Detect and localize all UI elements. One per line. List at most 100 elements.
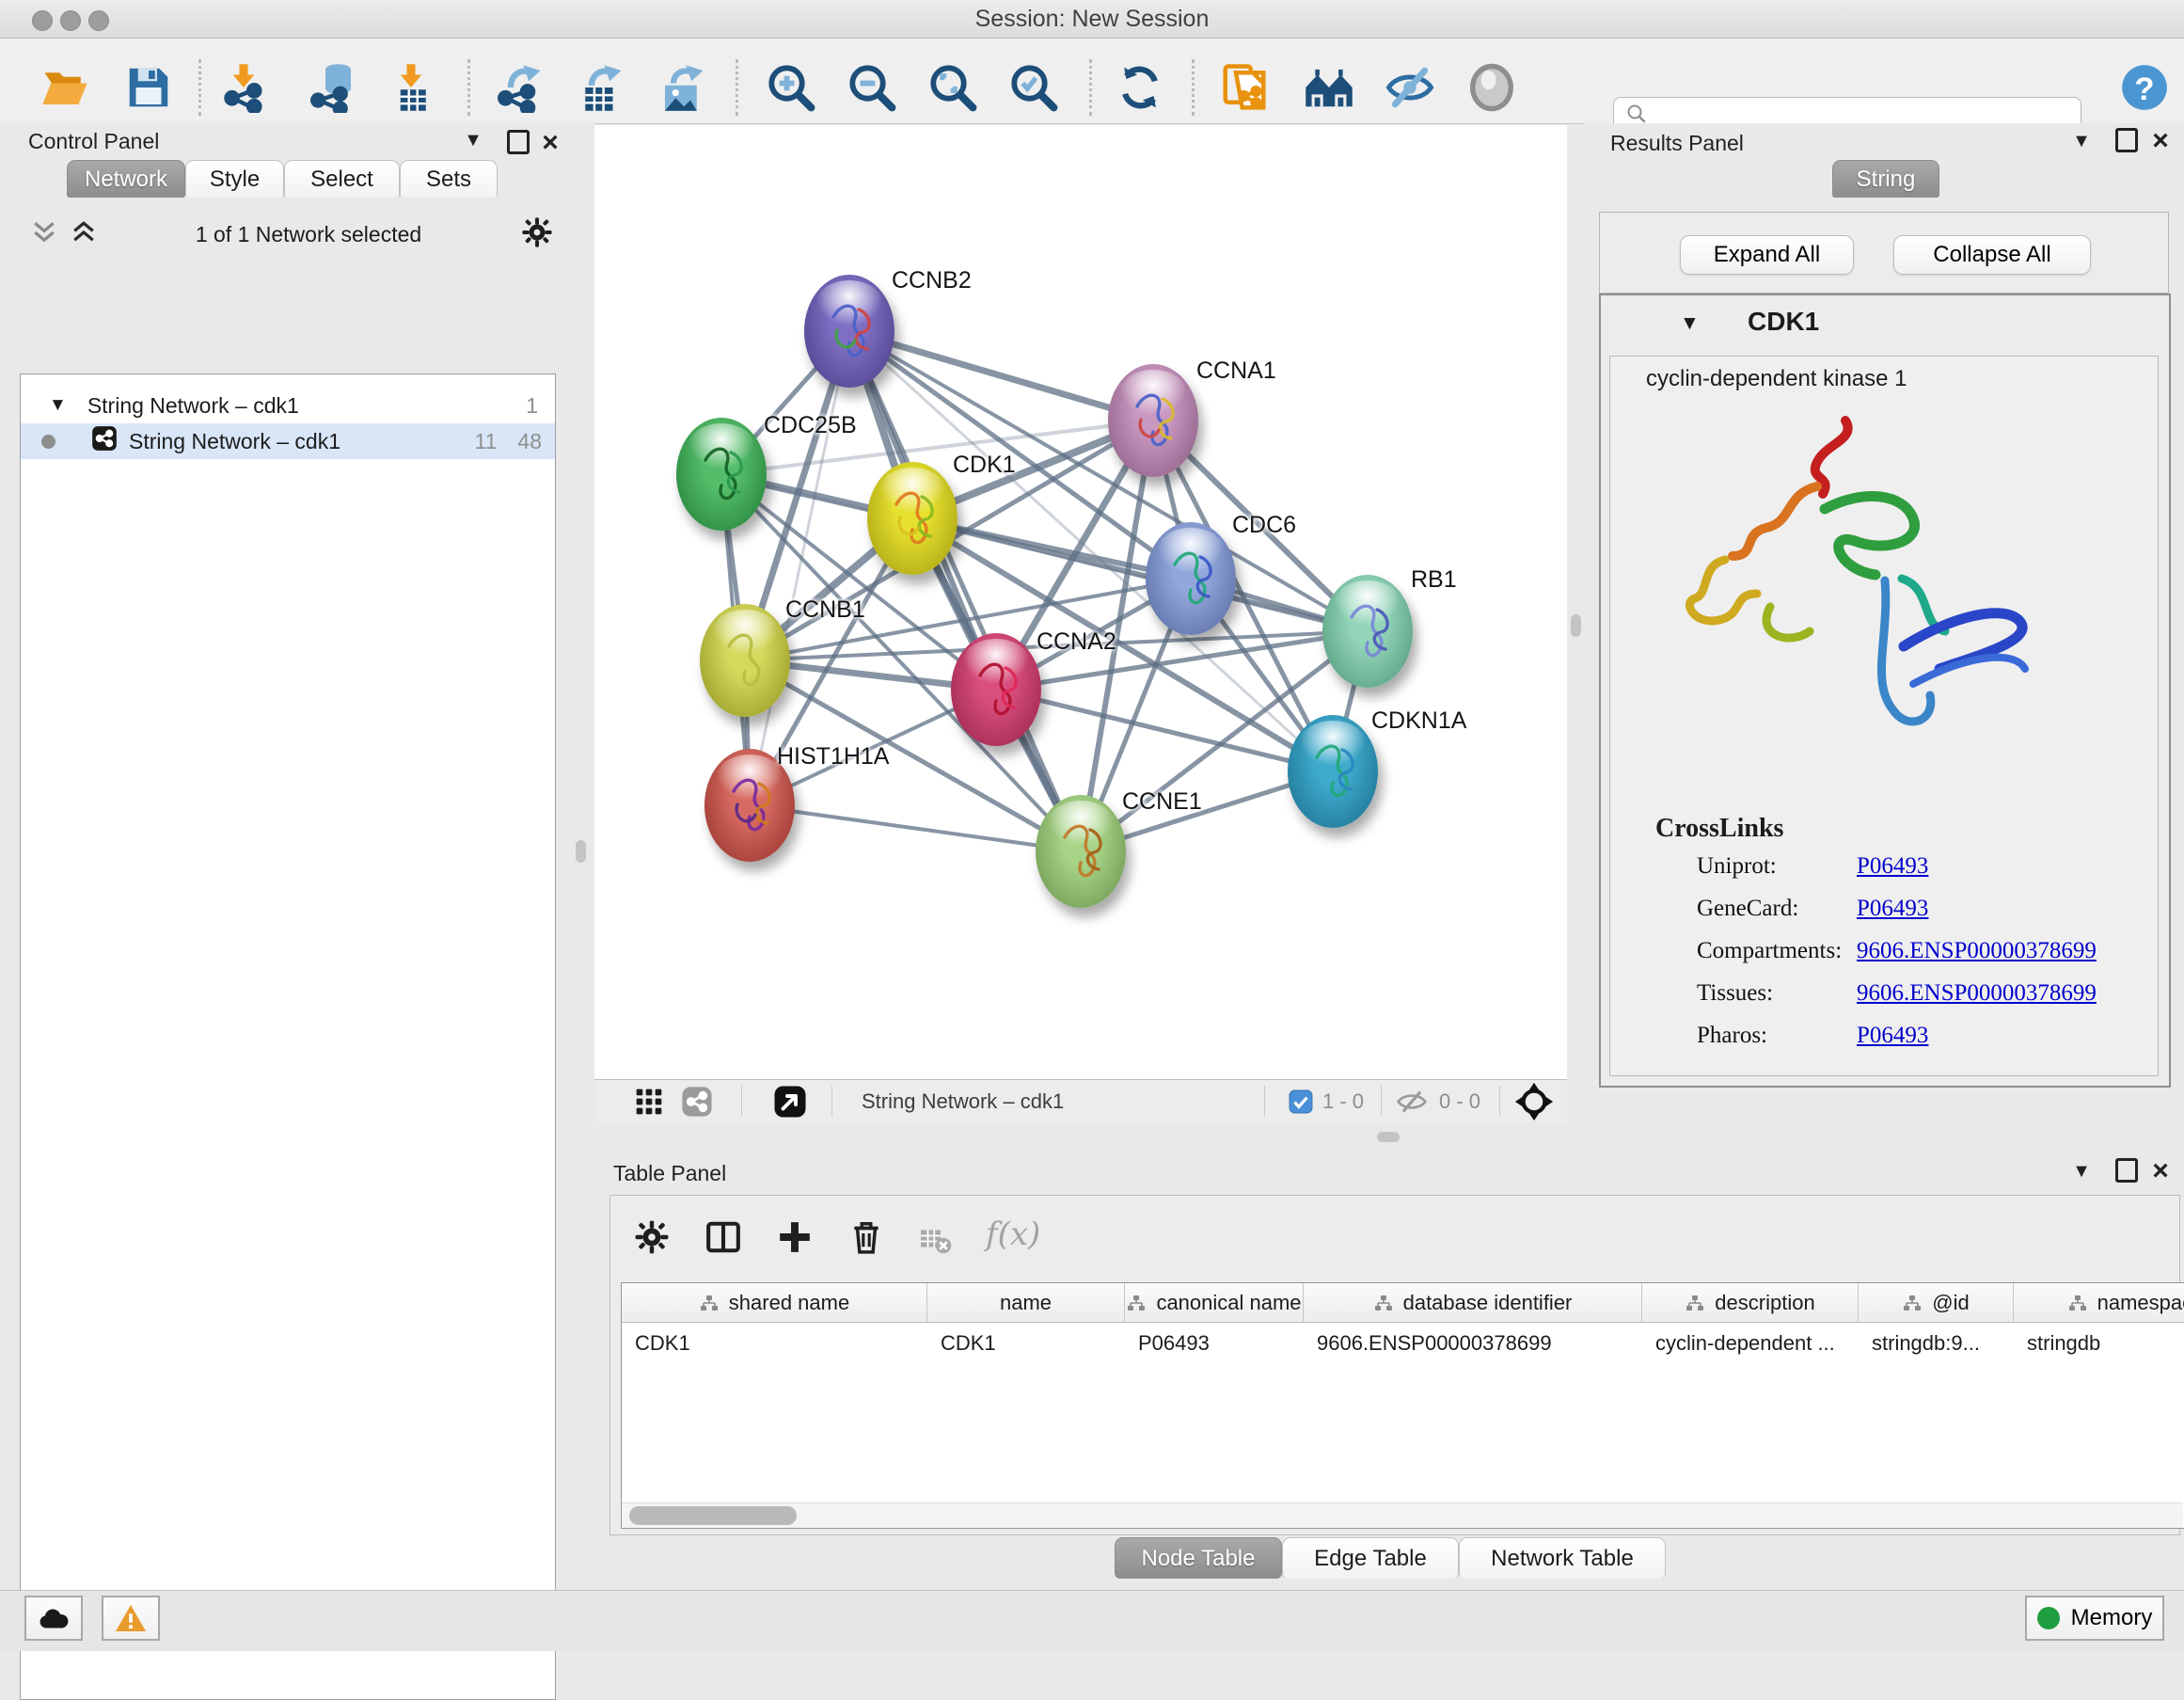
- warning-button[interactable]: [102, 1596, 160, 1641]
- memory-button[interactable]: Memory: [2025, 1596, 2164, 1641]
- export-table-icon[interactable]: [574, 61, 626, 114]
- node-cdc25b[interactable]: [676, 418, 767, 531]
- column-header--id[interactable]: @id: [1859, 1283, 2014, 1323]
- split-columns-icon[interactable]: [705, 1219, 741, 1260]
- column-header-description[interactable]: description: [1642, 1283, 1859, 1323]
- table-panel-close-icon[interactable]: ×: [2144, 1160, 2176, 1186]
- zoom-in-icon[interactable]: [765, 61, 817, 114]
- import-network-database-icon[interactable]: [308, 61, 360, 114]
- table-panel-collapse-icon[interactable]: ▼: [2065, 1157, 2097, 1184]
- collapse-all-icon[interactable]: [32, 220, 56, 249]
- column-header-shared-name[interactable]: shared name: [622, 1283, 927, 1323]
- column-header-namespace[interactable]: namespace: [2014, 1283, 2184, 1323]
- collapse-all-button[interactable]: Collapse All: [1893, 235, 2091, 275]
- column-header-database-identifier[interactable]: database identifier: [1304, 1283, 1642, 1323]
- network-canvas[interactable]: CCNB2CCNA1CDC25BCDK1CDC6RB1CCNB1CCNA2CDK…: [594, 125, 1567, 1079]
- cloud-button[interactable]: [24, 1596, 83, 1641]
- crosslinks-heading: CrossLinks: [1655, 814, 1783, 844]
- toolbar-separator: [1089, 59, 1092, 116]
- chevron-down-icon[interactable]: ▼: [49, 395, 67, 416]
- tab-node-table[interactable]: Node Table: [1115, 1537, 1282, 1579]
- save-session-icon[interactable]: [122, 61, 175, 114]
- add-column-icon[interactable]: [777, 1219, 813, 1260]
- export-image-icon[interactable]: [656, 61, 708, 114]
- open-view-icon[interactable]: [773, 1085, 807, 1123]
- node-ccnb1[interactable]: [700, 604, 790, 717]
- node-ccna2[interactable]: [951, 633, 1041, 746]
- cell-namespace[interactable]: stringdb: [2014, 1323, 2184, 1364]
- cell-canonical-name[interactable]: P06493: [1125, 1323, 1304, 1364]
- fit-content-crosshair-icon[interactable]: [1514, 1082, 1554, 1126]
- hidden-eye-icon[interactable]: [1396, 1088, 1428, 1120]
- table-horizontal-scrollbar[interactable]: [622, 1502, 2183, 1528]
- protein-description: cyclin-dependent kinase 1: [1646, 366, 1907, 392]
- tab-sets[interactable]: Sets: [400, 160, 498, 198]
- selected-checkbox-icon[interactable]: [1289, 1089, 1313, 1119]
- refresh-icon[interactable]: [1114, 61, 1166, 114]
- crosslink-link[interactable]: P06493: [1857, 896, 2139, 922]
- delete-column-icon[interactable]: [848, 1219, 884, 1260]
- zoom-selected-icon[interactable]: [1007, 61, 1060, 114]
- node-cdk1[interactable]: [867, 462, 957, 575]
- tab-style[interactable]: Style: [185, 160, 284, 198]
- gear-icon[interactable]: [634, 1219, 670, 1260]
- node-cdc6[interactable]: [1146, 522, 1236, 635]
- zoom-fit-icon[interactable]: [926, 61, 979, 114]
- control-panel-float-icon[interactable]: [502, 130, 534, 161]
- node-ccne1[interactable]: [1036, 795, 1126, 908]
- expand-all-icon[interactable]: [71, 220, 96, 249]
- node-rb1[interactable]: [1322, 575, 1413, 688]
- tab-string[interactable]: String: [1832, 160, 1939, 198]
- cell-shared-name[interactable]: CDK1: [622, 1323, 927, 1364]
- gear-icon[interactable]: [521, 216, 553, 253]
- inspect-eye-icon[interactable]: [1465, 61, 1518, 114]
- import-table-icon[interactable]: [385, 61, 437, 114]
- tab-network-table[interactable]: Network Table: [1459, 1537, 1666, 1579]
- string-document-icon[interactable]: [1218, 61, 1271, 114]
- protein-thumbnail-hist1h1a: [717, 763, 783, 848]
- results-panel-collapse-icon[interactable]: ▼: [2065, 127, 2097, 153]
- toolbar-separator: [467, 59, 470, 116]
- column-header-name[interactable]: name: [927, 1283, 1125, 1323]
- delete-table-icon[interactable]: [918, 1223, 952, 1262]
- protein-thumbnail-rb1: [1335, 589, 1401, 674]
- right-splitter-handle[interactable]: [1571, 614, 1581, 637]
- string-home-icon[interactable]: [1303, 61, 1355, 114]
- cell-database-identifier[interactable]: 9606.ENSP00000378699: [1304, 1323, 1642, 1364]
- zoom-out-icon[interactable]: [846, 61, 898, 114]
- cell-description[interactable]: cyclin-dependent ...: [1642, 1323, 1859, 1364]
- crosslink-link[interactable]: P06493: [1857, 853, 2139, 880]
- tab-network[interactable]: Network: [67, 160, 185, 198]
- table-panel-float-icon[interactable]: [2111, 1158, 2143, 1189]
- tab-select[interactable]: Select: [284, 160, 400, 198]
- chevron-down-icon[interactable]: ▼: [1680, 312, 1700, 335]
- bottom-splitter-handle[interactable]: [1377, 1132, 1400, 1142]
- node-table[interactable]: shared namenamecanonical namedatabase id…: [621, 1282, 2184, 1529]
- network-row-selected[interactable]: String Network – cdk1 11 48: [21, 423, 555, 459]
- results-panel-float-icon[interactable]: [2111, 128, 2143, 159]
- crosslink-link[interactable]: 9606.ENSP00000378699: [1857, 938, 2139, 964]
- hide-eye-icon[interactable]: [1384, 61, 1436, 114]
- help-icon[interactable]: ?: [2118, 61, 2171, 114]
- network-collection-row[interactable]: ▼ String Network – cdk1 1: [21, 388, 555, 423]
- node-cdkn1a[interactable]: [1288, 715, 1378, 828]
- export-network-icon[interactable]: [493, 61, 546, 114]
- results-panel-close-icon[interactable]: ×: [2144, 130, 2176, 156]
- cell--id[interactable]: stringdb:9...: [1859, 1323, 2014, 1364]
- expand-all-button[interactable]: Expand All: [1680, 235, 1854, 275]
- share-network-icon[interactable]: [681, 1086, 713, 1122]
- open-session-icon[interactable]: [40, 61, 92, 114]
- crosslink-link[interactable]: 9606.ENSP00000378699: [1857, 980, 2139, 1007]
- node-ccna1[interactable]: [1108, 364, 1198, 477]
- import-network-file-icon[interactable]: [217, 61, 270, 114]
- cell-name[interactable]: CDK1: [927, 1323, 1125, 1364]
- control-panel-collapse-icon[interactable]: ▼: [457, 126, 489, 152]
- tab-edge-table[interactable]: Edge Table: [1282, 1537, 1459, 1579]
- scrollbar-thumb[interactable]: [629, 1506, 797, 1525]
- left-splitter-handle[interactable]: [576, 840, 586, 863]
- birds-eye-view-icon[interactable]: [634, 1087, 664, 1121]
- node-ccnb2[interactable]: [804, 275, 894, 388]
- column-header-canonical-name[interactable]: canonical name: [1125, 1283, 1304, 1323]
- control-panel-close-icon[interactable]: ×: [534, 132, 566, 158]
- crosslink-link[interactable]: P06493: [1857, 1023, 2139, 1049]
